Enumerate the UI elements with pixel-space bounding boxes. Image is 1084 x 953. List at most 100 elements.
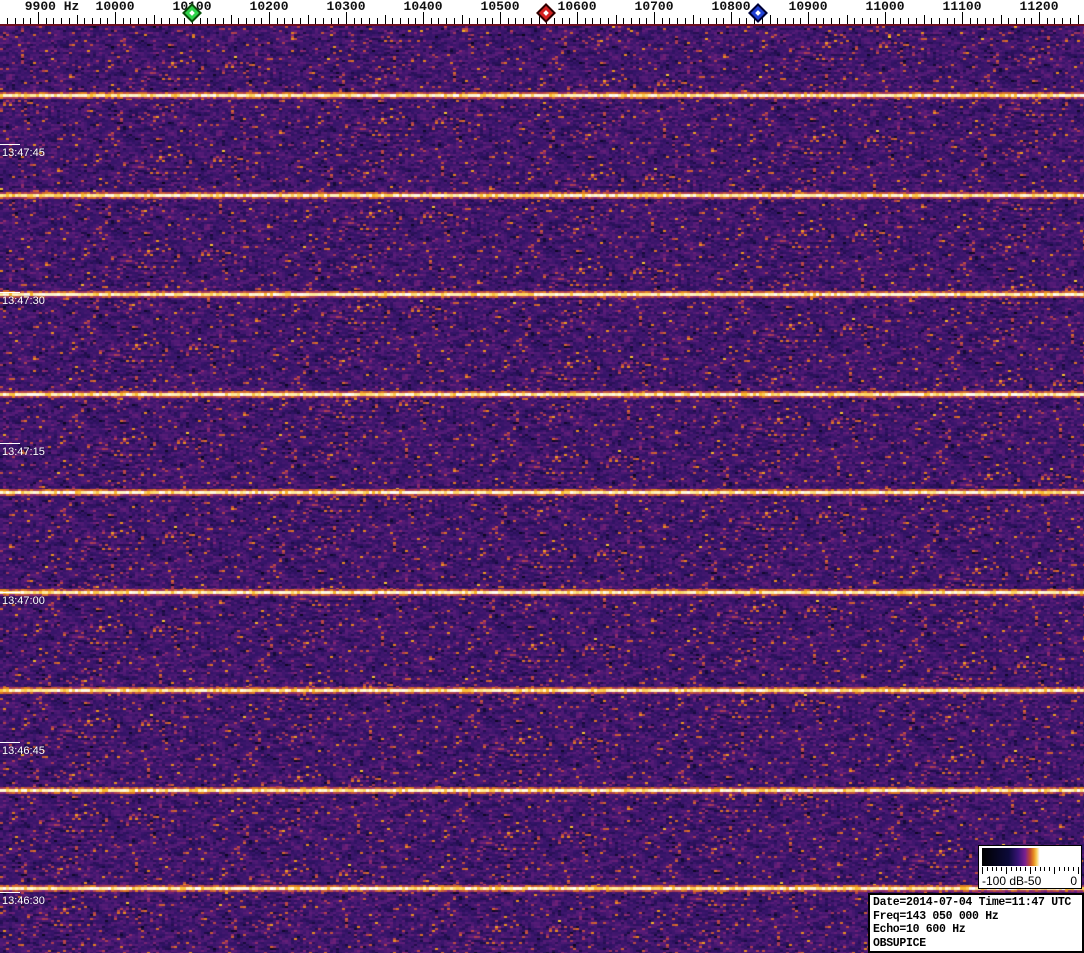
frequency-tick [438, 18, 440, 24]
frequency-label: 11000 [865, 0, 905, 14]
legend-tick [986, 867, 988, 871]
legend-tick [1001, 867, 1003, 871]
frequency-tick [515, 18, 517, 24]
frequency-tick [53, 18, 55, 24]
frequency-tick [84, 18, 86, 24]
frequency-label: 10600 [557, 0, 597, 14]
legend-label-min: -100 dB [982, 874, 1025, 888]
frequency-label: 10400 [403, 0, 443, 14]
frequency-tick [1054, 18, 1056, 24]
frequency-tick [923, 15, 925, 24]
frequency-tick [992, 18, 994, 24]
frequency-label: 10500 [480, 0, 520, 14]
info-line-echo: Echo=10 600 Hz [873, 923, 966, 936]
frequency-tick [161, 18, 163, 24]
frequency-tick [1008, 18, 1010, 24]
legend-tick [1020, 867, 1022, 871]
frequency-label: 10900 [788, 0, 828, 14]
frequency-tick [484, 18, 486, 24]
frequency-tick [892, 18, 894, 24]
marker-center-dot [189, 10, 195, 16]
frequency-tick [14, 18, 16, 24]
frequency-tick [692, 15, 694, 24]
station-info-box: Date=2014-07-04 Time=11:47 UTC Freq=143 … [868, 893, 1084, 953]
marker-center-dot [755, 10, 761, 16]
frequency-tick [1000, 15, 1002, 24]
frequency-label: 11200 [1019, 0, 1059, 14]
frequency-tick [399, 18, 401, 24]
frequency-tick [68, 18, 70, 24]
frequency-tick [800, 18, 802, 24]
frequency-ruler[interactable]: 9900 Hz100001010010200103001040010500106… [0, 0, 1084, 26]
time-tick [0, 892, 20, 893]
frequency-tick [322, 18, 324, 24]
frequency-tick [723, 18, 725, 24]
frequency-tick [107, 18, 109, 24]
frequency-label: 10200 [249, 0, 289, 14]
frequency-tick [469, 18, 471, 24]
frequency-tick [215, 18, 217, 24]
frequency-tick [553, 18, 555, 24]
frequency-label: 9900 Hz [24, 0, 80, 14]
legend-tick [996, 867, 998, 871]
frequency-tick [707, 18, 709, 24]
frequency-tick [777, 18, 779, 24]
frequency-tick [1046, 18, 1048, 24]
frequency-tick [76, 15, 78, 24]
spectrum-lab-window: 9900 Hz100001010010200103001040010500106… [0, 0, 1084, 953]
frequency-tick [715, 18, 717, 24]
frequency-tick [677, 18, 679, 24]
frequency-tick [476, 18, 478, 24]
frequency-tick [815, 18, 817, 24]
frequency-tick [954, 18, 956, 24]
frequency-tick [600, 18, 602, 24]
frequency-tick [900, 18, 902, 24]
frequency-tick [30, 18, 32, 24]
legend-tick [991, 867, 993, 871]
db-scale-legend[interactable]: -100 dB -50 0 [978, 845, 1082, 889]
frequency-tick [1062, 18, 1064, 24]
frequency-tick [299, 18, 301, 24]
frequency-tick [638, 18, 640, 24]
frequency-tick [415, 18, 417, 24]
frequency-tick [584, 18, 586, 24]
legend-gradient-bar[interactable] [982, 848, 1078, 866]
frequency-tick [253, 18, 255, 24]
frequency-tick [569, 18, 571, 24]
legend-tick [1049, 867, 1051, 871]
frequency-tick [284, 18, 286, 24]
frequency-tick [492, 18, 494, 24]
frequency-tick [915, 18, 917, 24]
frequency-tick [430, 18, 432, 24]
frequency-tick [315, 18, 317, 24]
frequency-tick [407, 18, 409, 24]
frequency-tick [607, 18, 609, 24]
frequency-tick [869, 18, 871, 24]
legend-tick [1034, 867, 1036, 871]
time-label: 13:47:30 [2, 295, 45, 307]
marker-center-dot [543, 10, 550, 16]
time-label: 13:47:45 [2, 147, 45, 159]
frequency-label: 10800 [711, 0, 751, 14]
frequency-tick [330, 18, 332, 24]
legend-tick [1030, 867, 1031, 874]
legend-tick [982, 867, 983, 874]
frequency-tick [861, 18, 863, 24]
legend-tick [1044, 867, 1046, 871]
frequency-tick [245, 18, 247, 24]
frequency-label: 10300 [326, 0, 366, 14]
frequency-tick [384, 15, 386, 24]
time-label: 13:47:00 [2, 595, 45, 607]
waterfall-canvas[interactable] [0, 26, 1084, 953]
frequency-tick [877, 18, 879, 24]
legend-tick [1010, 867, 1012, 871]
time-tick [0, 443, 20, 444]
time-label: 13:47:15 [2, 446, 45, 458]
info-line-station: OBSUPICE [873, 936, 926, 950]
time-tick [0, 292, 20, 293]
frequency-tick [738, 18, 740, 24]
frequency-tick [238, 18, 240, 24]
frequency-tick [199, 18, 201, 24]
frequency-tick [846, 15, 848, 24]
blue-frequency-marker[interactable] [748, 3, 768, 23]
